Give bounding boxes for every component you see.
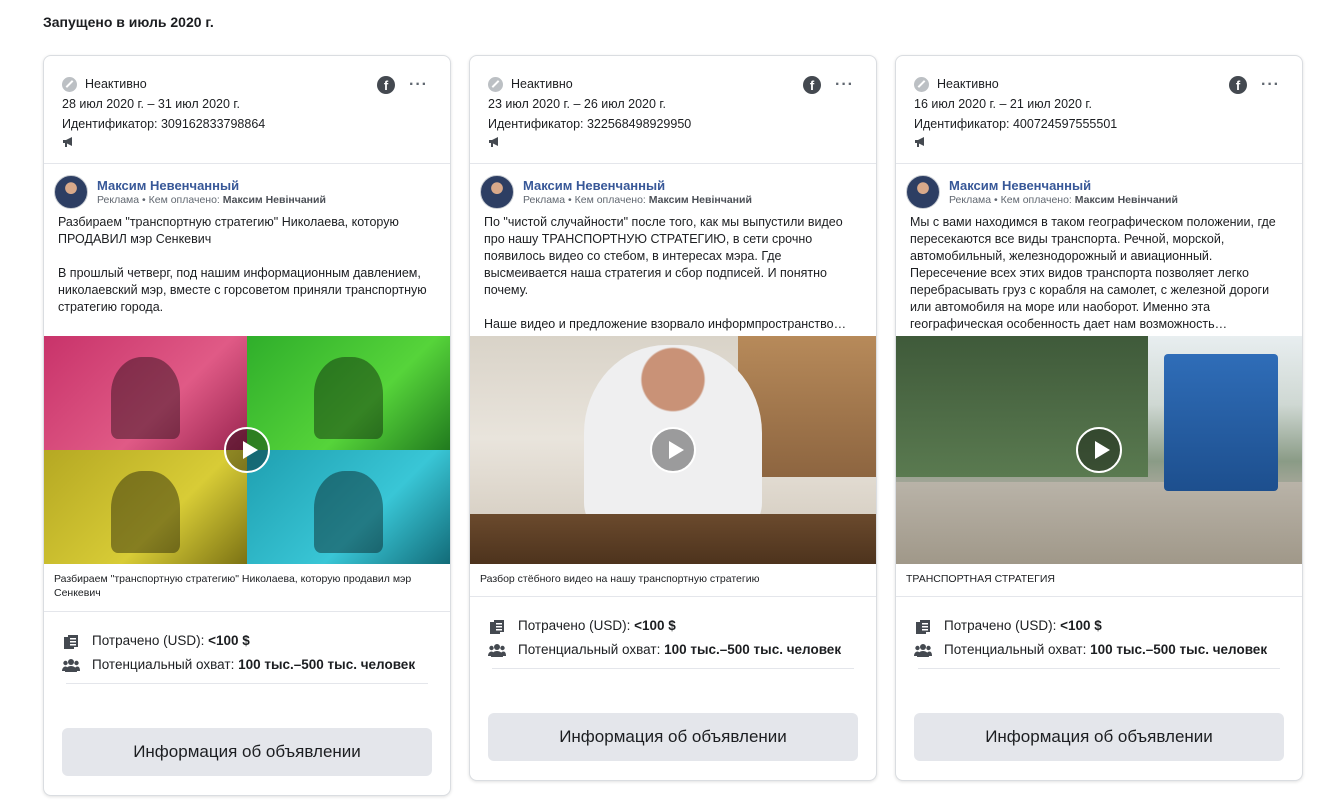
- spent-value: <100 $: [634, 618, 676, 633]
- inactive-icon: [62, 76, 77, 92]
- spent-value: <100 $: [208, 633, 250, 648]
- receipt-icon: [62, 634, 80, 650]
- megaphone-icon: [914, 136, 928, 147]
- ad-body-text: Мы с вами находимся в таком географическ…: [910, 215, 1276, 331]
- sponsor-prefix: Реклама • Кем оплачено:: [523, 193, 646, 206]
- receipt-icon: [914, 619, 932, 635]
- section-title: Запущено в июль 2020 г.: [43, 14, 214, 30]
- ad-info-button[interactable]: Информация об объявлении: [914, 713, 1284, 761]
- reach-label: Потенциальный охват:: [944, 642, 1087, 657]
- sponsor-line: Реклама • Кем оплачено: Максим Невінчани…: [523, 193, 752, 207]
- sponsor-prefix: Реклама • Кем оплачено:: [97, 193, 220, 206]
- spent-label: Потрачено (USD):: [92, 633, 205, 648]
- ad-card: Неактивно 16 июл 2020 г. – 21 июл 2020 г…: [895, 55, 1303, 781]
- video-caption: ТРАНСПОРТНАЯ СТРАТЕГИЯ: [896, 564, 1302, 597]
- page-name-link[interactable]: Максим Невенчанный: [97, 178, 326, 193]
- reach-label: Потенциальный охват:: [518, 642, 661, 657]
- people-icon: [488, 643, 506, 657]
- ad-dates: 23 июл 2020 г. – 26 июл 2020 г.: [488, 97, 666, 111]
- people-icon: [914, 643, 932, 657]
- spent-value: <100 $: [1060, 618, 1102, 633]
- play-icon[interactable]: [224, 427, 270, 473]
- status-text: Неактивно: [511, 77, 573, 91]
- status-text: Неактивно: [85, 77, 147, 91]
- sponsor-line: Реклама • Кем оплачено: Максим Невінчани…: [97, 193, 326, 207]
- megaphone-icon: [488, 136, 502, 147]
- more-icon[interactable]: ···: [409, 76, 428, 94]
- sponsor-name: Максим Невінчаний: [1074, 193, 1178, 206]
- play-icon[interactable]: [650, 427, 696, 473]
- video-caption: Разбор стёбного видео на нашу транспортн…: [470, 564, 876, 597]
- reach-value: 100 тыс.–500 тыс. человек: [1090, 642, 1268, 657]
- ad-id: Идентификатор: 309162833798864: [62, 117, 266, 131]
- ad-card: Неактивно 23 июл 2020 г. – 26 июл 2020 г…: [469, 55, 877, 781]
- sponsor-name: Максим Невінчаний: [222, 193, 326, 206]
- sponsor-line: Реклама • Кем оплачено: Максим Невінчани…: [949, 193, 1178, 207]
- ad-video[interactable]: [896, 336, 1302, 564]
- page-name-link[interactable]: Максим Невенчанный: [523, 178, 752, 193]
- play-icon[interactable]: [1076, 427, 1122, 473]
- reach-value: 100 тыс.–500 тыс. человек: [238, 657, 416, 672]
- ad-body-text: Разбираем "транспортную стратегию" Никол…: [58, 215, 427, 314]
- megaphone-icon: [62, 136, 76, 147]
- receipt-icon: [488, 619, 506, 635]
- facebook-icon: f: [1229, 76, 1248, 94]
- sponsor-name: Максим Невінчаний: [648, 193, 752, 206]
- more-icon[interactable]: ···: [1261, 76, 1280, 94]
- ad-dates: 16 июл 2020 г. – 21 июл 2020 г.: [914, 97, 1092, 111]
- reach-value: 100 тыс.–500 тыс. человек: [664, 642, 842, 657]
- ad-body-text: По "чистой случайности" после того, как …: [484, 215, 847, 331]
- page-name-link[interactable]: Максим Невенчанный: [949, 178, 1178, 193]
- people-icon: [62, 658, 80, 672]
- reach-label: Потенциальный охват:: [92, 657, 235, 672]
- ad-dates: 28 июл 2020 г. – 31 июл 2020 г.: [62, 97, 240, 111]
- ad-info-button[interactable]: Информация об объявлении: [62, 728, 432, 776]
- sponsor-prefix: Реклама • Кем оплачено:: [949, 193, 1072, 206]
- spent-label: Потрачено (USD):: [518, 618, 631, 633]
- ad-meta: Неактивно 23 июл 2020 г. – 26 июл 2020 г…: [470, 56, 876, 164]
- avatar[interactable]: [906, 175, 940, 209]
- ad-video[interactable]: [44, 336, 450, 564]
- video-caption: Разбираем "транспортную стратегию" Никол…: [44, 564, 450, 612]
- inactive-icon: [914, 76, 929, 92]
- inactive-icon: [488, 76, 503, 92]
- ad-meta: Неактивно 16 июл 2020 г. – 21 июл 2020 г…: [896, 56, 1302, 164]
- ad-video[interactable]: [470, 336, 876, 564]
- facebook-icon: f: [803, 76, 822, 94]
- avatar[interactable]: [54, 175, 88, 209]
- ad-meta: Неактивно 28 июл 2020 г. – 31 июл 2020 г…: [44, 56, 450, 164]
- facebook-icon: f: [377, 76, 396, 94]
- ad-info-button[interactable]: Информация об объявлении: [488, 713, 858, 761]
- more-icon[interactable]: ···: [835, 76, 854, 94]
- spent-label: Потрачено (USD):: [944, 618, 1057, 633]
- status-text: Неактивно: [937, 77, 999, 91]
- ad-card: Неактивно 28 июл 2020 г. – 31 июл 2020 г…: [43, 55, 451, 796]
- ad-id: Идентификатор: 322568498929950: [488, 117, 692, 131]
- avatar[interactable]: [480, 175, 514, 209]
- ad-id: Идентификатор: 400724597555501: [914, 117, 1118, 131]
